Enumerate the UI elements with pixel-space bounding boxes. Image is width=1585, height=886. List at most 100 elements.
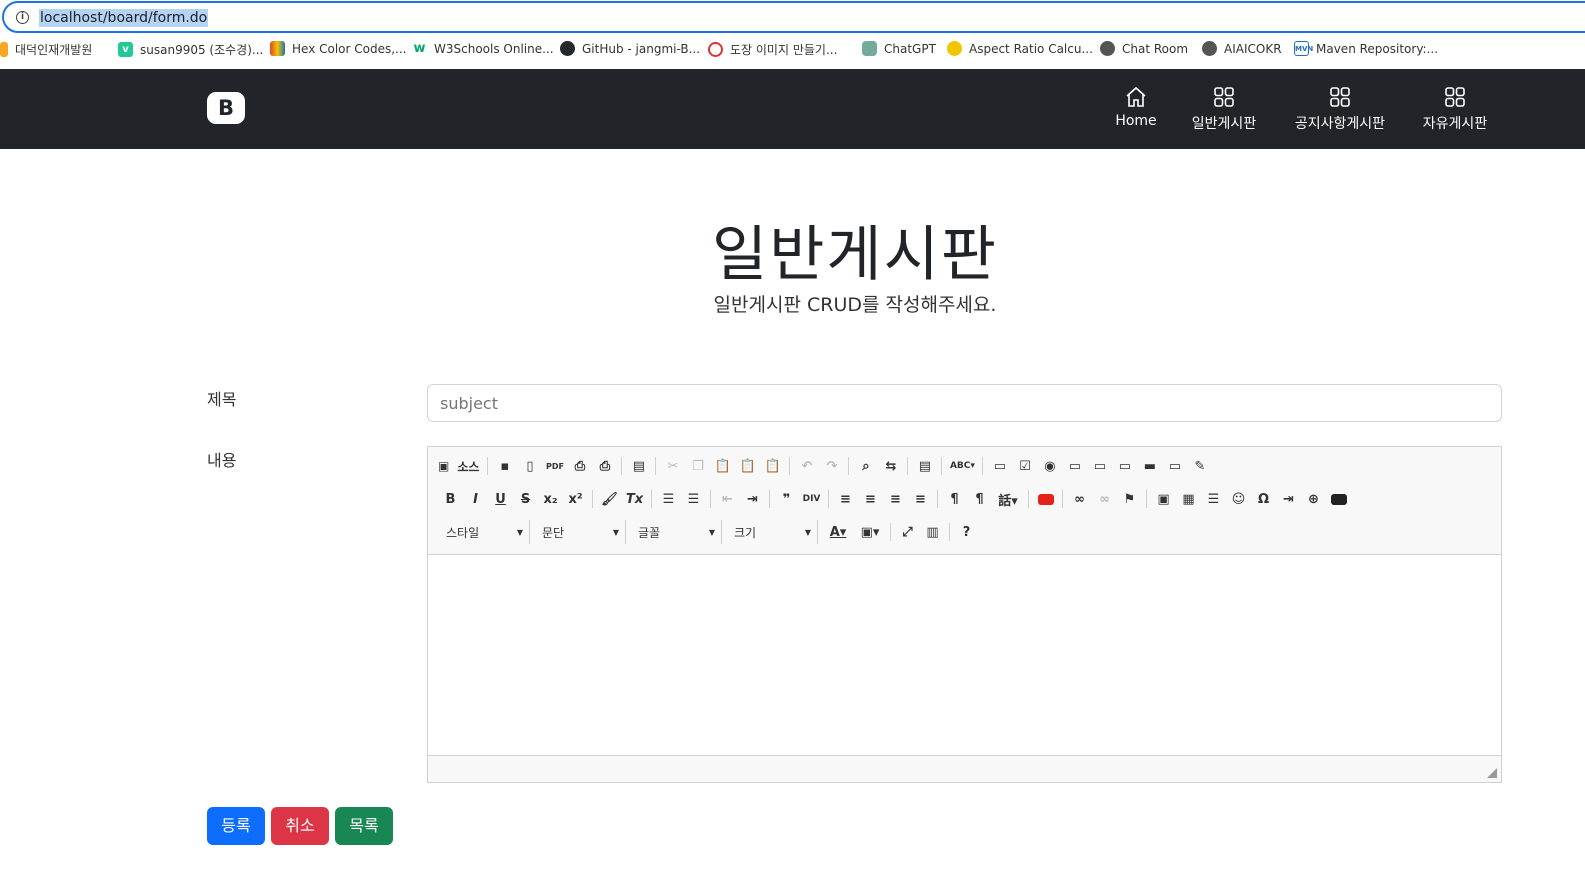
language-icon[interactable]: 話▾ [992, 487, 1024, 511]
print-icon[interactable]: ⎙ [592, 454, 617, 478]
unlink-icon[interactable]: ∞ [1092, 487, 1117, 511]
remove-format-icon[interactable]: Tx [622, 487, 647, 511]
save-icon[interactable]: ▪ [492, 454, 517, 478]
nav-item-free-board[interactable]: 자유게시판 [1417, 85, 1493, 133]
paste-text-icon[interactable]: 📋 [735, 454, 760, 478]
background-color-icon[interactable]: ▣▾ [854, 520, 886, 544]
replace-icon[interactable]: ⇆ [878, 454, 903, 478]
video-icon[interactable] [1326, 487, 1351, 511]
textfield-icon[interactable]: ▭ [1062, 454, 1087, 478]
blockquote-icon[interactable]: ❞ [774, 487, 799, 511]
select-all-icon[interactable]: ▤ [912, 454, 937, 478]
toolbar-separator [1028, 490, 1029, 508]
styles-dropdown[interactable]: 스타일 ▼ [438, 520, 530, 544]
subscript-icon[interactable]: x₂ [538, 487, 563, 511]
text-direction-rtl-icon[interactable]: ¶ [967, 487, 992, 511]
button-field-icon[interactable]: ▬ [1137, 454, 1162, 478]
bookmark-item[interactable]: GitHub - jangmi-B... [560, 41, 700, 56]
checkbox-icon[interactable]: ☑ [1012, 454, 1037, 478]
cut-icon[interactable]: ✂ [660, 454, 685, 478]
bookmark-item[interactable]: Aspect Ratio Calcu... [947, 41, 1093, 56]
preview-icon[interactable]: ⎙ [567, 454, 592, 478]
outdent-icon[interactable]: ⇤ [715, 487, 740, 511]
text-direction-ltr-icon[interactable]: ¶ [942, 487, 967, 511]
select-field-icon[interactable]: ▭ [1112, 454, 1137, 478]
horizontal-line-icon[interactable]: ☰ [1201, 487, 1226, 511]
find-icon[interactable]: ⌕ [853, 454, 878, 478]
cancel-button[interactable]: 취소 [271, 807, 329, 845]
subject-input[interactable] [427, 384, 1502, 422]
styles-label: 스타일 [446, 525, 480, 540]
align-left-icon[interactable]: ≡ [833, 487, 858, 511]
underline-icon[interactable]: U [488, 487, 513, 511]
show-blocks-icon[interactable]: ▥ [920, 520, 945, 544]
text-color-icon[interactable]: A▾ [822, 520, 854, 544]
radio-icon[interactable]: ◉ [1037, 454, 1062, 478]
maximize-icon[interactable]: ⤢ [895, 520, 920, 544]
nav-item-general-board[interactable]: 일반게시판 [1188, 85, 1260, 133]
paragraph-format-dropdown[interactable]: 문단 ▼ [534, 520, 626, 544]
bold-icon[interactable]: B [438, 487, 463, 511]
anchor-flag-icon[interactable]: ⚑ [1117, 487, 1142, 511]
editor-content-area[interactable] [428, 555, 1501, 755]
div-container-icon[interactable]: DIV [799, 487, 824, 511]
bookmark-item[interactable]: MVN Maven Repository:... [1294, 41, 1438, 56]
align-justify-icon[interactable]: ≡ [908, 487, 933, 511]
templates-icon[interactable]: ▤ [626, 454, 651, 478]
bookmark-item[interactable]: Hex Color Codes,... [270, 41, 407, 56]
font-size-dropdown[interactable]: 크기 ▼ [726, 520, 818, 544]
url-text[interactable]: localhost/board/form.do [39, 9, 209, 27]
page-break-icon[interactable]: ⇥ [1276, 487, 1301, 511]
undo-icon[interactable]: ↶ [794, 454, 819, 478]
align-right-icon[interactable]: ≡ [883, 487, 908, 511]
italic-icon[interactable]: I [463, 487, 488, 511]
address-bar-row: i localhost/board/form.do [0, 0, 1585, 34]
nav-item-home[interactable]: Home [1112, 85, 1160, 129]
font-dropdown[interactable]: 글꼴 ▼ [630, 520, 722, 544]
submit-button[interactable]: 등록 [207, 807, 265, 845]
spellcheck-icon[interactable]: ABC▾ [946, 454, 978, 478]
paste-word-icon[interactable]: 📋 [760, 454, 785, 478]
link-icon[interactable]: ∞ [1067, 487, 1092, 511]
textarea-icon[interactable]: ▭ [1087, 454, 1112, 478]
iframe-globe-icon[interactable]: ⊕ [1301, 487, 1326, 511]
list-button[interactable]: 목록 [335, 807, 393, 845]
bookmark-item[interactable]: Chat Room [1100, 41, 1188, 56]
brand-logo[interactable]: B [207, 92, 245, 124]
align-center-icon[interactable]: ≡ [858, 487, 883, 511]
superscript-icon[interactable]: x² [563, 487, 588, 511]
bookmark-item[interactable]: ChatGPT [862, 41, 936, 56]
info-icon[interactable]: i [16, 11, 29, 24]
smiley-icon[interactable]: ☺ [1226, 487, 1251, 511]
dropdown-arrow-icon: ▼ [804, 527, 811, 537]
bulleted-list-icon[interactable]: ☰ [681, 487, 706, 511]
special-char-icon[interactable]: Ω [1251, 487, 1276, 511]
form-icon[interactable]: ▭ [987, 454, 1012, 478]
paste-icon[interactable]: 📋 [710, 454, 735, 478]
copy-icon[interactable]: ❐ [685, 454, 710, 478]
table-icon[interactable]: ▦ [1176, 487, 1201, 511]
new-page-icon[interactable]: ▯ [517, 454, 542, 478]
bookmark-item[interactable]: 도장 이미지 만들기... [708, 41, 837, 58]
bookmark-item[interactable]: AIAICOKR [1202, 41, 1282, 56]
youtube-icon[interactable] [1033, 487, 1058, 511]
resize-handle-icon[interactable] [1487, 768, 1497, 778]
indent-icon[interactable]: ⇥ [740, 487, 765, 511]
nav-item-notice-board[interactable]: 공지사항게시판 [1290, 85, 1390, 133]
export-pdf-icon[interactable]: PDF [542, 454, 567, 478]
hidden-field-icon[interactable]: ✎ [1187, 454, 1212, 478]
image-icon[interactable]: ▣ [1151, 487, 1176, 511]
grid-icon [1214, 87, 1234, 107]
source-button[interactable]: ▣ 소스 [438, 454, 483, 478]
numbered-list-icon[interactable]: ☰ [656, 487, 681, 511]
help-icon[interactable]: ? [954, 520, 979, 544]
bookmark-item[interactable]: w W3Schools Online... [412, 41, 554, 56]
address-bar[interactable]: i localhost/board/form.do [2, 1, 1585, 33]
image-button-icon[interactable]: ▭ [1162, 454, 1187, 478]
copy-format-icon[interactable]: 🖌 [597, 487, 622, 511]
bookmark-item[interactable]: v susan9905 (조수경)... [118, 41, 263, 58]
bookmark-item[interactable]: 대덕인재개발원 [0, 41, 92, 58]
redo-icon[interactable]: ↷ [819, 454, 844, 478]
strikethrough-icon[interactable]: S [513, 487, 538, 511]
home-icon [1126, 86, 1146, 107]
